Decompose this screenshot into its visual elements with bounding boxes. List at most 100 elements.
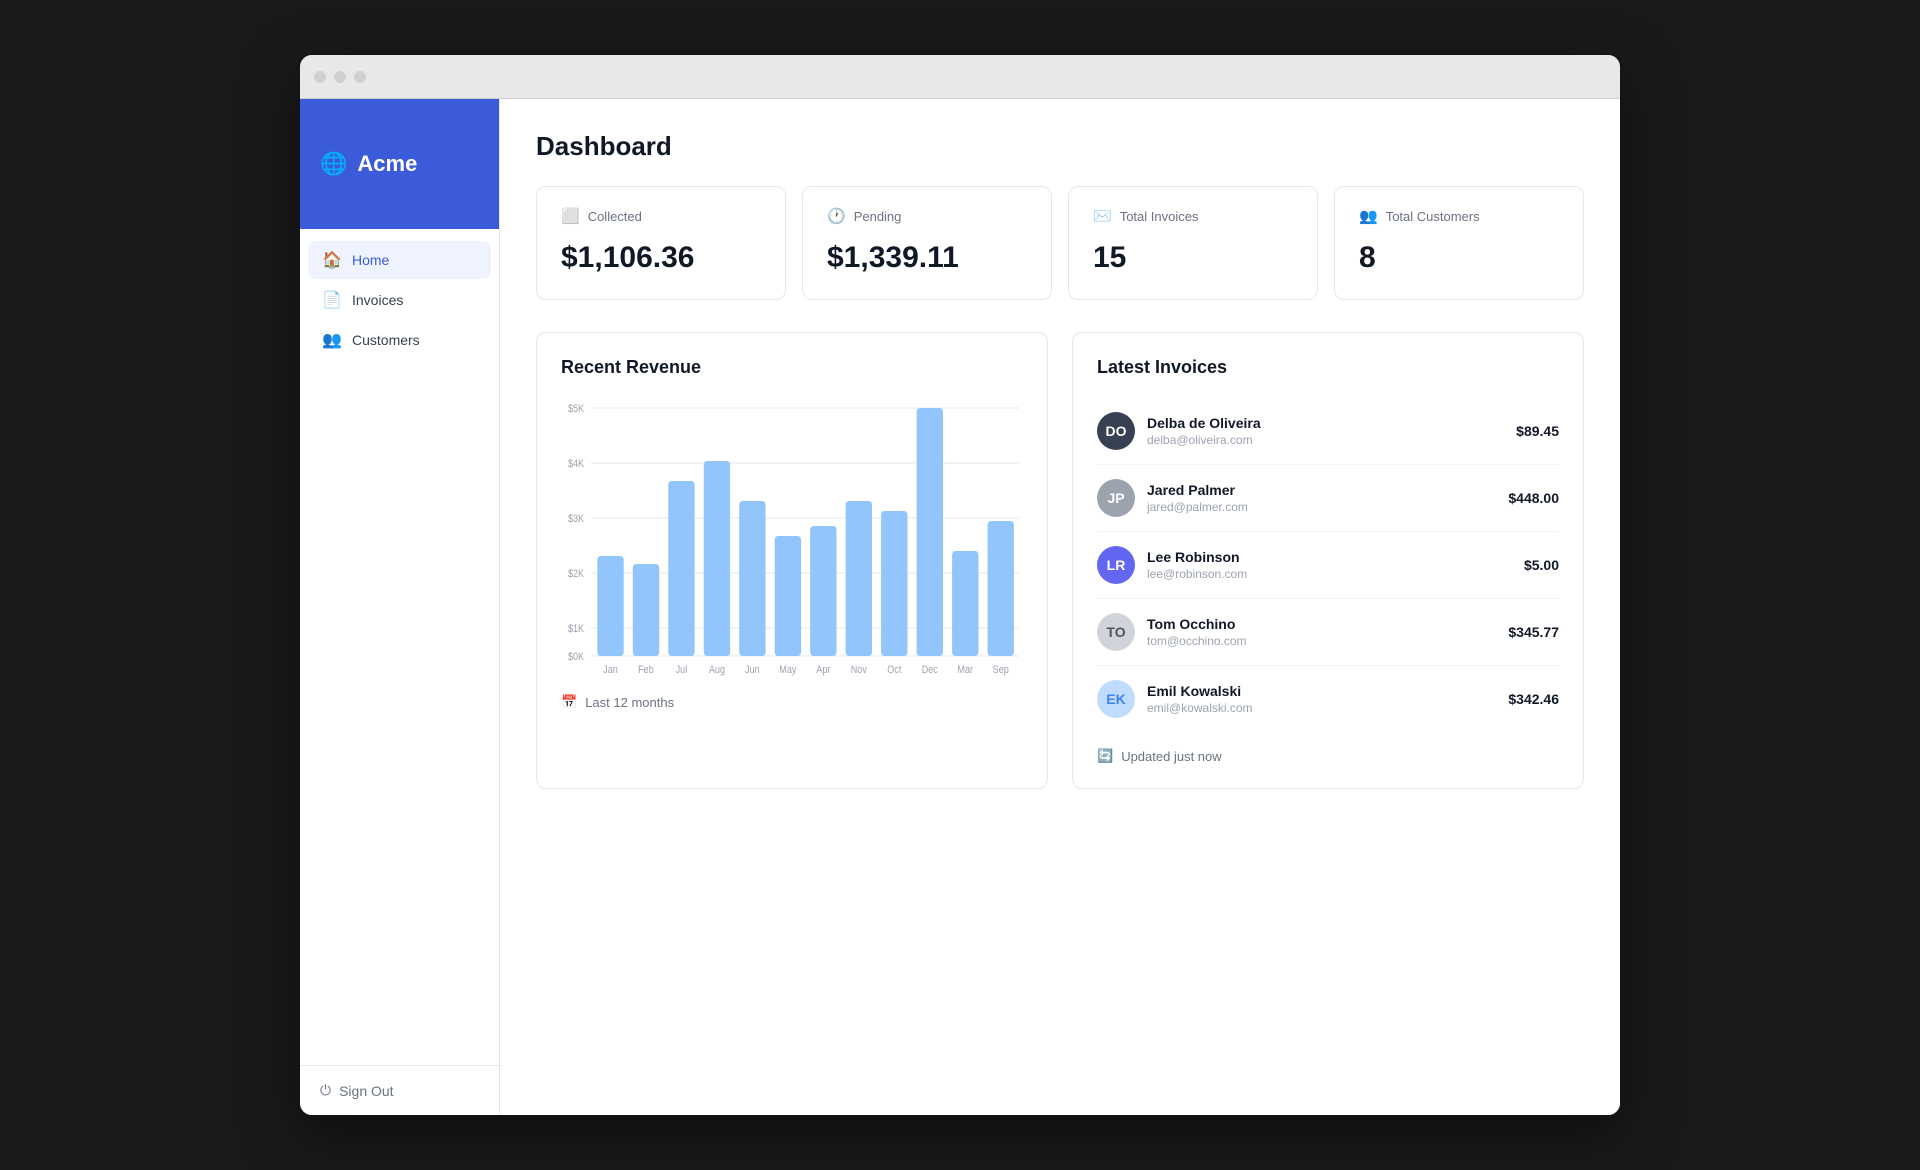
total-invoices-value: 15 (1093, 241, 1293, 275)
invoice-name: Jared Palmer (1147, 482, 1496, 498)
sign-out-button[interactable]: ⏻ Sign Out (320, 1082, 479, 1099)
bottom-section: Recent Revenue $5K $4K $3K $2K $1K $0K (536, 332, 1584, 789)
pending-icon: 🕐 (827, 207, 846, 225)
chart-footer-label: Last 12 months (585, 695, 674, 710)
invoice-name: Emil Kowalski (1147, 683, 1496, 699)
pending-value: $1,339.11 (827, 241, 1027, 275)
calendar-icon: 📅 (561, 694, 577, 710)
stat-card-total-customers: 👥 Total Customers 8 (1334, 186, 1584, 300)
avatar: JP (1097, 479, 1135, 517)
invoice-email: emil@kowalski.com (1147, 701, 1496, 715)
brand-name: Acme (357, 151, 417, 177)
invoices-title: Latest Invoices (1097, 357, 1559, 378)
page-title: Dashboard (536, 131, 1584, 162)
titlebar (300, 55, 1620, 99)
svg-text:$1K: $1K (568, 623, 584, 635)
svg-text:Jun: Jun (745, 664, 760, 676)
svg-text:Oct: Oct (887, 664, 901, 676)
invoice-email: jared@palmer.com (1147, 500, 1496, 514)
invoice-email: tom@occhino.com (1147, 634, 1496, 648)
invoices-footer-label: Updated just now (1121, 749, 1221, 764)
sidebar-nav: 🏠 Home 📄 Invoices 👥 Customers (300, 229, 499, 1065)
revenue-chart: $5K $4K $3K $2K $1K $0K (561, 398, 1023, 678)
customers-icon: 👥 (322, 330, 342, 350)
sidebar-item-home[interactable]: 🏠 Home (308, 241, 491, 279)
invoices-footer: 🔄 Updated just now (1097, 748, 1559, 764)
svg-text:$3K: $3K (568, 513, 584, 525)
chart-container: $5K $4K $3K $2K $1K $0K (561, 398, 1023, 678)
brand-globe-icon: 🌐 (320, 151, 347, 177)
svg-text:$5K: $5K (568, 403, 584, 415)
stats-grid: ⬜ Collected $1,106.36 🕐 Pending $1,339.1… (536, 186, 1584, 300)
stat-card-total-invoices: ✉️ Total Invoices 15 (1068, 186, 1318, 300)
sign-out-icon: ⏻ (320, 1082, 331, 1099)
total-customers-value: 8 (1359, 241, 1559, 275)
svg-text:$0K: $0K (568, 651, 584, 663)
chart-footer: 📅 Last 12 months (561, 694, 1023, 710)
svg-text:$4K: $4K (568, 458, 584, 470)
chart-title: Recent Revenue (561, 357, 1023, 378)
sidebar-item-invoices-label: Invoices (352, 292, 403, 308)
invoices-card: Latest Invoices DO Delba de Oliveira del… (1072, 332, 1584, 789)
svg-text:Feb: Feb (638, 664, 654, 676)
sidebar-footer: ⏻ Sign Out (300, 1065, 499, 1115)
svg-text:May: May (779, 664, 797, 676)
sidebar-item-home-label: Home (352, 252, 389, 268)
pending-label: Pending (854, 209, 902, 224)
invoice-list: DO Delba de Oliveira delba@oliveira.com … (1097, 398, 1559, 732)
svg-text:Mar: Mar (957, 664, 973, 676)
collected-icon: ⬜ (561, 207, 580, 225)
invoice-item: EK Emil Kowalski emil@kowalski.com $342.… (1097, 666, 1559, 732)
sidebar-item-invoices[interactable]: 📄 Invoices (308, 281, 491, 319)
invoice-info: Tom Occhino tom@occhino.com (1147, 616, 1496, 648)
home-icon: 🏠 (322, 250, 342, 270)
stat-header-collected: ⬜ Collected (561, 207, 761, 225)
sidebar: 🌐 Acme 🏠 Home 📄 Invoices 👥 Customers (300, 99, 500, 1115)
svg-text:Dec: Dec (922, 664, 938, 676)
stat-header-pending: 🕐 Pending (827, 207, 1027, 225)
sidebar-item-customers-label: Customers (352, 332, 420, 348)
stat-card-collected: ⬜ Collected $1,106.36 (536, 186, 786, 300)
app-container: 🌐 Acme 🏠 Home 📄 Invoices 👥 Customers (300, 99, 1620, 1115)
invoice-amount: $5.00 (1524, 557, 1559, 573)
invoice-email: lee@robinson.com (1147, 567, 1512, 581)
invoice-name: Tom Occhino (1147, 616, 1496, 632)
svg-text:Aug: Aug (709, 664, 725, 676)
sign-out-label: Sign Out (339, 1083, 393, 1099)
svg-text:Sep: Sep (993, 664, 1009, 676)
svg-text:Jan: Jan (603, 664, 618, 676)
stat-header-total-invoices: ✉️ Total Invoices (1093, 207, 1293, 225)
invoice-amount: $89.45 (1516, 423, 1559, 439)
invoice-info: Lee Robinson lee@robinson.com (1147, 549, 1512, 581)
invoice-amount: $345.77 (1508, 624, 1559, 640)
invoice-item: DO Delba de Oliveira delba@oliveira.com … (1097, 398, 1559, 465)
invoice-name: Lee Robinson (1147, 549, 1512, 565)
invoice-item: LR Lee Robinson lee@robinson.com $5.00 (1097, 532, 1559, 599)
svg-text:Apr: Apr (816, 664, 831, 676)
avatar: DO (1097, 412, 1135, 450)
svg-text:Jul: Jul (676, 664, 688, 676)
invoice-name: Delba de Oliveira (1147, 415, 1504, 431)
stat-header-total-customers: 👥 Total Customers (1359, 207, 1559, 225)
total-invoices-icon: ✉️ (1093, 207, 1112, 225)
svg-text:$2K: $2K (568, 568, 584, 580)
invoice-item: TO Tom Occhino tom@occhino.com $345.77 (1097, 599, 1559, 666)
invoice-email: delba@oliveira.com (1147, 433, 1504, 447)
collected-label: Collected (588, 209, 642, 224)
brand-area: 🌐 Acme (300, 99, 499, 229)
total-invoices-label: Total Invoices (1120, 209, 1199, 224)
invoices-icon: 📄 (322, 290, 342, 310)
sidebar-item-customers[interactable]: 👥 Customers (308, 321, 491, 359)
avatar: TO (1097, 613, 1135, 651)
total-customers-label: Total Customers (1386, 209, 1480, 224)
chart-card: Recent Revenue $5K $4K $3K $2K $1K $0K (536, 332, 1048, 789)
close-dot (314, 71, 326, 83)
collected-value: $1,106.36 (561, 241, 761, 275)
svg-text:Nov: Nov (851, 664, 867, 676)
refresh-icon: 🔄 (1097, 748, 1113, 764)
avatar: EK (1097, 680, 1135, 718)
invoice-info: Emil Kowalski emil@kowalski.com (1147, 683, 1496, 715)
main-content: Dashboard ⬜ Collected $1,106.36 🕐 Pendin… (500, 99, 1620, 1115)
minimize-dot (334, 71, 346, 83)
stat-card-pending: 🕐 Pending $1,339.11 (802, 186, 1052, 300)
